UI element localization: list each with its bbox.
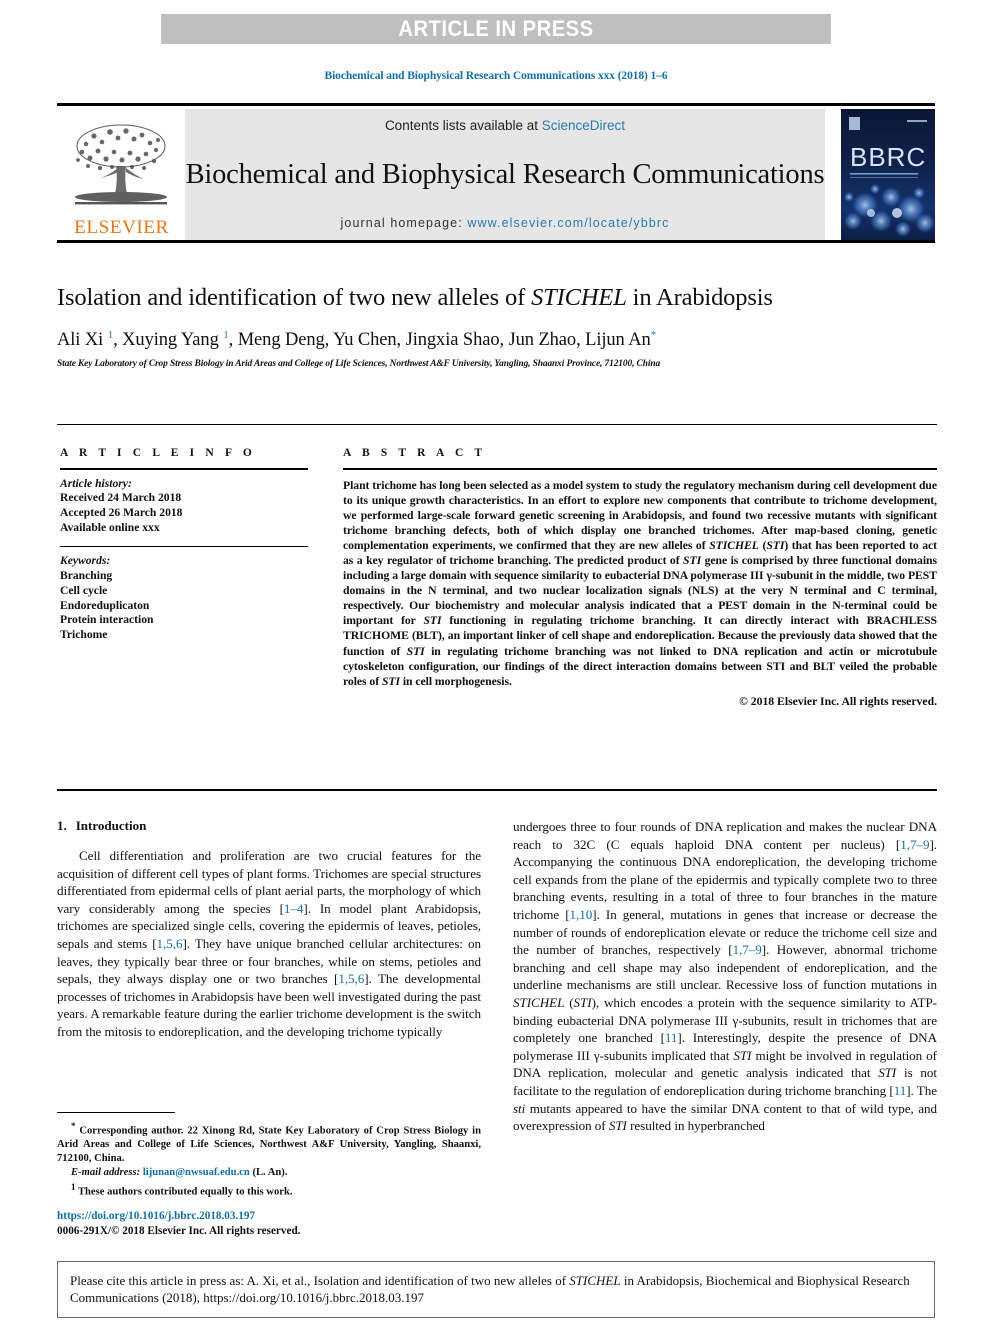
abstract-copyright: © 2018 Elsevier Inc. All rights reserved… xyxy=(739,694,937,708)
article-history-title: Article history: xyxy=(60,476,132,490)
running-head: Biochemical and Biophysical Research Com… xyxy=(324,70,668,82)
title-part-2: in Arabidopsis xyxy=(626,284,773,311)
elsevier-wordmark: ELSEVIER xyxy=(73,217,169,238)
history-item: Received 24 March 2018 xyxy=(60,491,182,505)
journal-homepage-link[interactable]: www.elsevier.com/locate/ybbrc xyxy=(467,216,669,230)
cover-art-icon: BBRC xyxy=(841,109,935,240)
page-title: Isolation and identification of two new … xyxy=(57,282,937,313)
contents-available-line: Contents lists available at ScienceDirec… xyxy=(385,118,625,133)
email-link[interactable]: lijunan@nwsuaf.edu.cn xyxy=(143,1167,250,1178)
keyword-item: Branching xyxy=(60,568,113,582)
article-info-heading: A R T I C L E I N F O xyxy=(60,447,256,459)
article-history-group: Article history: Received 24 March 2018 … xyxy=(60,477,308,536)
article-page: ARTICLE IN PRESS Biochemical and Biophys… xyxy=(0,0,992,1323)
section-number: 1. xyxy=(57,818,67,833)
section-title: Introduction xyxy=(75,818,147,833)
email-note: E-mail address: lijunan@nwsuaf.edu.cn (L… xyxy=(57,1166,481,1180)
abstract-body: Plant trichome has long been selected as… xyxy=(343,478,938,688)
elsevier-logo: ELSEVIER xyxy=(57,109,185,240)
introduction-paragraph-left: Cell differentiation and proliferation a… xyxy=(57,848,482,1039)
svg-text:BBRC: BBRC xyxy=(850,142,926,172)
abstract-top-rule xyxy=(57,424,937,425)
history-item: Available online xxx xyxy=(60,520,160,534)
article-info-heading-rule xyxy=(60,468,308,470)
abstract-bottom-rule xyxy=(57,789,937,791)
article-info-divider xyxy=(60,545,308,548)
masthead-top-rule xyxy=(57,103,935,106)
keyword-item: Endoreduplicaton xyxy=(60,598,150,612)
article-info-column: A R T I C L E I N F O Article history: R… xyxy=(60,447,308,643)
citation-part-1: Please cite this article in press as: A.… xyxy=(70,1273,570,1288)
journal-title: Biochemical and Biophysical Research Com… xyxy=(185,158,825,190)
title-gene-name: STICHEL xyxy=(531,284,627,311)
introduction-paragraph-right: undergoes three to four rounds of DNA re… xyxy=(513,819,938,1134)
keyword-item: Trichome xyxy=(60,628,108,642)
introduction-heading: 1. Introduction xyxy=(57,818,481,834)
history-item: Accepted 26 March 2018 xyxy=(60,506,183,520)
keyword-item: Cell cycle xyxy=(60,583,108,597)
citation-gene-name: STICHEL xyxy=(569,1273,621,1288)
doi-block: https://doi.org/10.1016/j.bbrc.2018.03.1… xyxy=(57,1209,481,1238)
journal-header-box: Contents lists available at ScienceDirec… xyxy=(185,109,825,240)
journal-masthead: ELSEVIER Contents lists available at Sci… xyxy=(57,103,935,240)
contents-prefix: Contents lists available at xyxy=(384,118,542,133)
abstract-column: A B S T R A C T Plant trichome has long … xyxy=(343,447,937,708)
email-suffix: (L. An). xyxy=(249,1167,288,1179)
title-block: Isolation and identification of two new … xyxy=(57,282,937,369)
elsevier-tree-icon xyxy=(66,118,176,218)
footnotes-block: * Corresponding author. 22 Xinong Rd, St… xyxy=(57,1120,481,1200)
abstract-heading: A B S T R A C T xyxy=(343,447,487,459)
issn-copyright-line: 0006-291X/© 2018 Elsevier Inc. All right… xyxy=(57,1224,301,1237)
affiliation: State Key Laboratory of Crop Stress Biol… xyxy=(57,359,661,370)
keywords-title: Keywords: xyxy=(60,554,111,568)
masthead-bottom-rule xyxy=(57,240,935,243)
article-in-press-banner: ARTICLE IN PRESS xyxy=(161,14,831,44)
equal-contribution-note: 1 These authors contributed equally to t… xyxy=(71,1181,293,1198)
doi-link[interactable]: https://doi.org/10.1016/j.bbrc.2018.03.1… xyxy=(57,1209,481,1224)
abstract-heading-rule xyxy=(343,468,937,470)
body-left-column: 1. Introduction Cell differentiation and … xyxy=(57,818,481,1041)
body-right-column: undergoes three to four rounds of DNA re… xyxy=(513,818,937,1135)
email-label: E-mail address: xyxy=(71,1167,141,1179)
journal-homepage-line: journal homepage: www.elsevier.com/locat… xyxy=(341,216,670,230)
author-list: Ali Xi 1, Xuying Yang 1, Meng Deng, Yu C… xyxy=(57,329,657,351)
journal-cover-thumbnail: BBRC xyxy=(841,109,935,240)
keywords-group: Keywords: Branching Cell cycle Endoredup… xyxy=(60,554,308,643)
sciencedirect-link[interactable]: ScienceDirect xyxy=(542,118,625,133)
keyword-item: Protein interaction xyxy=(60,613,154,627)
homepage-prefix: journal homepage: xyxy=(340,216,468,230)
title-part-1: Isolation and identification of two new … xyxy=(57,284,532,311)
footnote-divider xyxy=(57,1112,175,1113)
corresponding-author-note: * Corresponding author. 22 Xinong Rd, St… xyxy=(57,1121,481,1164)
cite-this-article-box: Please cite this article in press as: A.… xyxy=(57,1261,935,1318)
